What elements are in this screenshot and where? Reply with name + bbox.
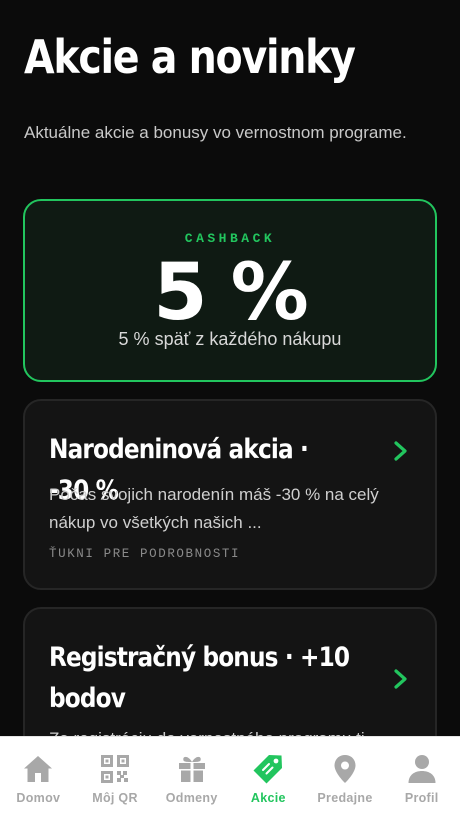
bottom-tab-bar: Domov Môj QR Odmeny Akcie Predajne Profi… — [0, 736, 460, 817]
tab-home[interactable]: Domov — [0, 737, 77, 817]
page-title: Akcie a novinky — [24, 30, 356, 84]
promo-hint: ŤUKNI PRE PODROBNOSTI — [49, 547, 241, 561]
user-icon — [408, 755, 436, 783]
cashback-label: CASHBACK — [184, 231, 276, 246]
cashback-card: CASHBACK 5 % 5 % späť z každého nákupu — [23, 199, 437, 382]
tab-label: Akcie — [250, 791, 286, 805]
home-icon — [24, 756, 53, 782]
tab-label: Môj QR — [92, 791, 138, 805]
scroll-content[interactable]: Akcie a novinky Aktuálne akcie a bonusy … — [0, 0, 460, 736]
tab-label: Predajne — [317, 791, 373, 805]
promo-card-registration[interactable]: Registračný bonus · +10 bodov Za registr… — [23, 607, 437, 736]
cashback-description: 5 % späť z každého nákupu — [118, 329, 342, 349]
cashback-value: 5 % — [153, 248, 309, 338]
tab-offers[interactable]: Akcie — [230, 737, 307, 817]
promo-description: Počas svojich narodenín máš -30 % na cel… — [49, 485, 379, 532]
tag-icon — [253, 755, 283, 784]
tab-rewards[interactable]: Odmeny — [153, 737, 230, 817]
location-icon — [334, 755, 356, 783]
tab-label: Profil — [404, 791, 439, 805]
tab-my-qr[interactable]: Môj QR — [77, 737, 154, 817]
tab-stores[interactable]: Predajne — [307, 737, 384, 817]
tab-label: Odmeny — [165, 791, 218, 805]
chevron-right-icon — [394, 669, 407, 689]
promo-card-birthday[interactable]: Narodeninová akcia · -30 % Počas svojich… — [23, 399, 437, 590]
gift-icon — [178, 756, 205, 782]
qr-icon — [101, 755, 129, 783]
page-subtitle: Aktuálne akcie a bonusy vo vernostnom pr… — [24, 123, 407, 142]
promo-description: Za registráciu do vernostného programu t… — [49, 725, 399, 736]
promo-title: Registračný bonus · +10 bodov — [49, 642, 350, 714]
chevron-right-icon — [394, 441, 407, 461]
tab-label: Domov — [16, 791, 61, 805]
tab-profile[interactable]: Profil — [383, 737, 460, 817]
screen: Akcie a novinky Aktuálne akcie a bonusy … — [0, 0, 460, 817]
